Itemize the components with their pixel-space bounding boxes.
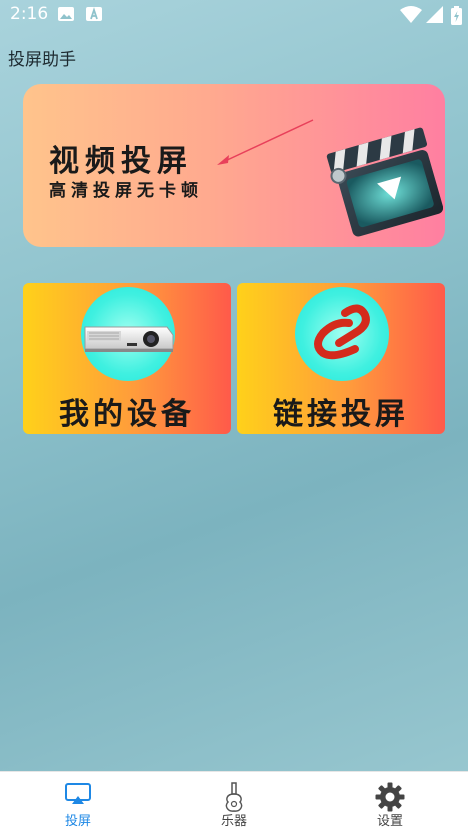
battery-icon bbox=[451, 6, 462, 29]
nav-item-settings[interactable]: 设置 bbox=[312, 772, 468, 835]
image-notification-icon bbox=[58, 6, 74, 26]
nav-item-instruments[interactable]: 乐器 bbox=[156, 772, 312, 835]
font-notification-icon bbox=[86, 6, 102, 26]
gear-icon bbox=[375, 782, 405, 812]
status-time: 2:16 bbox=[10, 4, 49, 24]
video-cast-banner[interactable]: 视频投屏 高清投屏无卡顿 bbox=[23, 84, 445, 247]
cast-icon bbox=[65, 783, 91, 804]
my-devices-label: 我的设备 bbox=[59, 397, 195, 432]
nav-label-settings: 设置 bbox=[376, 814, 403, 829]
signal-icon bbox=[426, 6, 444, 28]
banner-subtitle: 高清投屏无卡顿 bbox=[49, 181, 203, 201]
nav-item-cast[interactable]: 投屏 bbox=[0, 772, 156, 835]
arrow-icon bbox=[217, 119, 314, 165]
link-cast-card[interactable]: 链接投屏 bbox=[237, 283, 445, 434]
projector-icon bbox=[84, 326, 174, 352]
wifi-icon bbox=[400, 6, 422, 28]
link-icon bbox=[314, 304, 370, 360]
link-cast-label: 链接投屏 bbox=[273, 397, 409, 432]
nav-label-cast: 投屏 bbox=[64, 814, 91, 829]
banner-title: 视频投屏 bbox=[49, 144, 193, 179]
guitar-icon bbox=[225, 782, 243, 812]
clapperboard-icon bbox=[326, 127, 443, 237]
bottom-nav: 投屏 乐器 设置 bbox=[0, 771, 468, 835]
status-bar: 2:16 bbox=[0, 0, 468, 28]
my-devices-card[interactable]: 我的设备 bbox=[23, 283, 231, 434]
app-title: 投屏助手 bbox=[8, 50, 76, 70]
nav-label-instruments: 乐器 bbox=[220, 814, 247, 829]
